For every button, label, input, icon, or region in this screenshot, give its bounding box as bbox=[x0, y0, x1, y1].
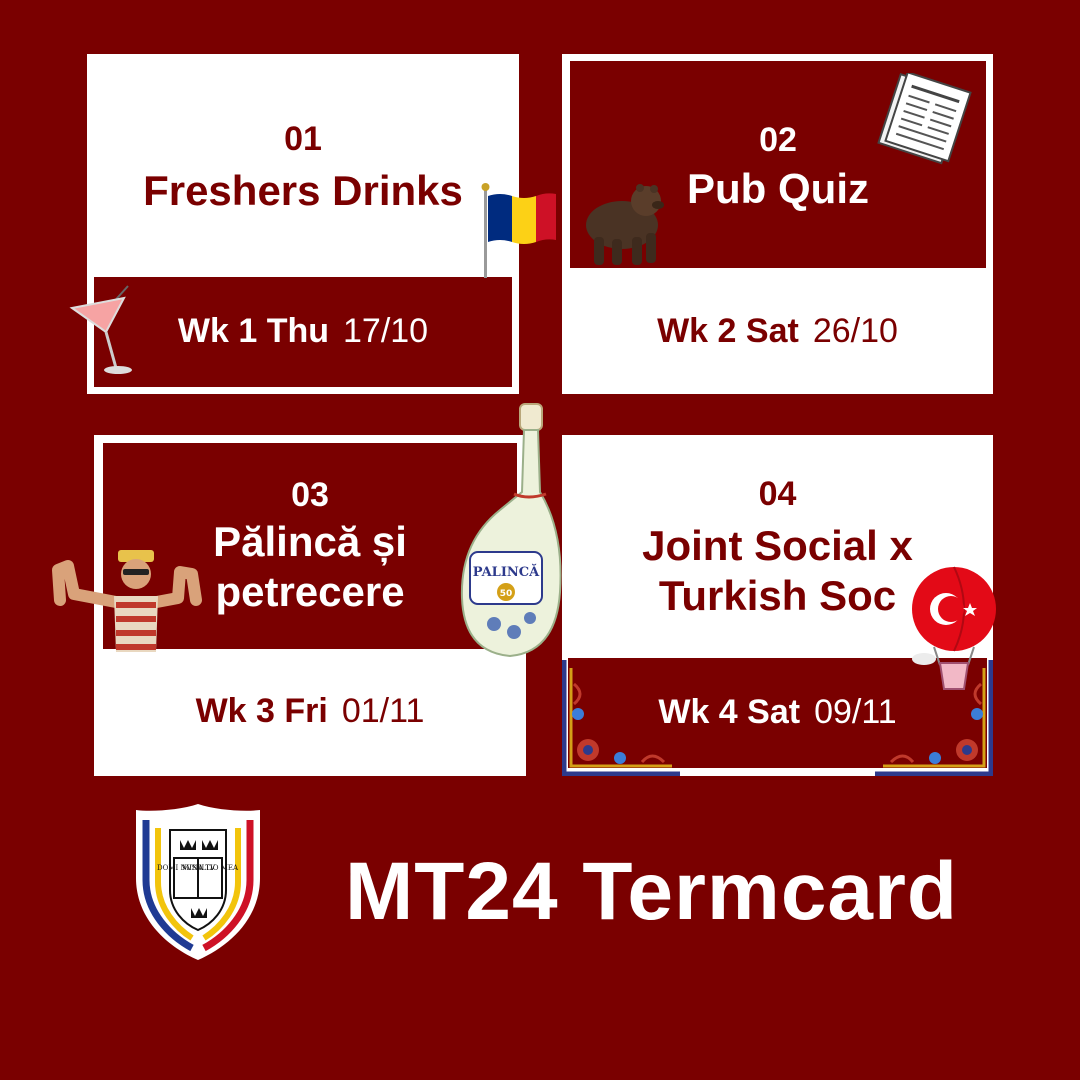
bear-icon bbox=[586, 184, 664, 265]
event-number: 01 bbox=[284, 120, 322, 158]
event-day: 17/10 bbox=[343, 312, 429, 350]
event-title: Freshers Drinks bbox=[143, 167, 463, 214]
crest-text-right: MINA TIO MEA bbox=[182, 864, 239, 872]
palinca-bottle-icon: PALINCĂ 50 bbox=[460, 403, 562, 658]
event-week: Wk 3 Fri bbox=[195, 692, 328, 730]
event-card-1: 01 Freshers Drinks Wk 1 Thu 17/10 bbox=[87, 54, 519, 394]
romania-flag-icon bbox=[481, 183, 556, 278]
bottle-label: PALINCĂ bbox=[473, 563, 540, 580]
newspaper-icon bbox=[877, 73, 972, 165]
event-week: Wk 1 Thu bbox=[177, 312, 329, 350]
event-date: Wk 3 Fri 01/11 bbox=[94, 692, 526, 731]
event-date-banner: Wk 1 Thu 17/10 bbox=[94, 277, 512, 387]
bottle-badge: 50 bbox=[500, 589, 513, 599]
oxford-crest-icon: DOMI NVS ILLV MINA TIO MEA bbox=[136, 804, 260, 960]
ornament-left-icon bbox=[562, 660, 680, 776]
event-week: Wk 2 Sat bbox=[657, 312, 799, 350]
event-day: 01/11 bbox=[341, 692, 425, 730]
event-date: Wk 1 Thu 17/10 bbox=[94, 312, 512, 351]
dancer-icon bbox=[52, 550, 202, 652]
turkey-balloon-icon bbox=[912, 566, 996, 690]
event-day: 26/10 bbox=[812, 312, 898, 350]
cocktail-icon bbox=[69, 285, 132, 374]
termcard-title: MT24 Termcard bbox=[345, 846, 959, 937]
event-number: 04 bbox=[758, 475, 797, 513]
event-date: Wk 2 Sat 26/10 bbox=[562, 312, 993, 351]
